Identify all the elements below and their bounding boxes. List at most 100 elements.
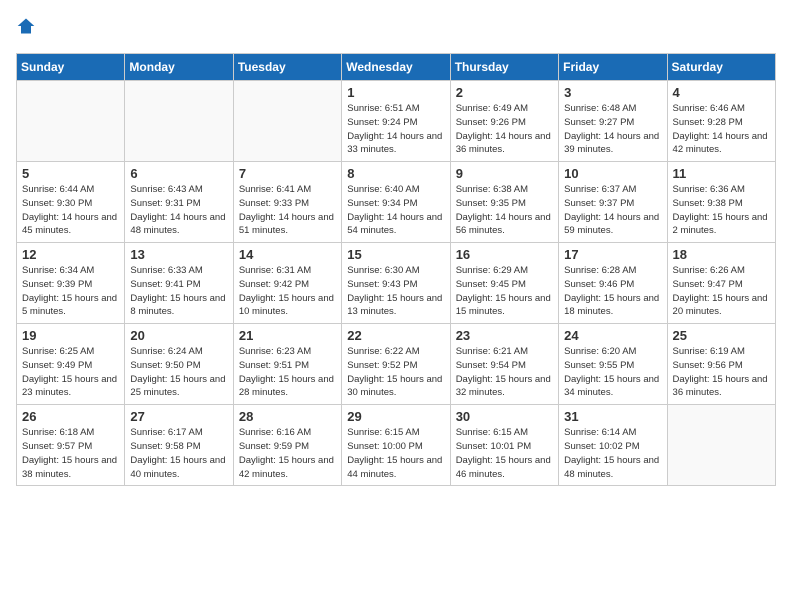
- calendar-cell: 16 Sunrise: 6:29 AMSunset: 9:45 PMDayligh…: [450, 243, 558, 324]
- calendar-cell: 25 Sunrise: 6:19 AMSunset: 9:56 PMDayligh…: [667, 324, 775, 405]
- calendar-cell: [17, 81, 125, 162]
- calendar-cell: 27 Sunrise: 6:17 AMSunset: 9:58 PMDayligh…: [125, 405, 233, 486]
- day-info: Sunrise: 6:21 AMSunset: 9:54 PMDaylight:…: [456, 345, 553, 400]
- logo: [16, 16, 38, 41]
- day-number: 22: [347, 328, 444, 343]
- day-info: Sunrise: 6:15 AMSunset: 10:01 PMDaylight…: [456, 426, 553, 481]
- day-info: Sunrise: 6:25 AMSunset: 9:49 PMDaylight:…: [22, 345, 119, 400]
- day-info: Sunrise: 6:51 AMSunset: 9:24 PMDaylight:…: [347, 102, 444, 157]
- calendar-cell: 21 Sunrise: 6:23 AMSunset: 9:51 PMDayligh…: [233, 324, 341, 405]
- calendar-cell: 26Sunrise: 6:18 AMSunset: 9:57 PMDayligh…: [17, 405, 125, 486]
- day-info: Sunrise: 6:48 AMSunset: 9:27 PMDaylight:…: [564, 102, 661, 157]
- calendar-cell: 30 Sunrise: 6:15 AMSunset: 10:01 PMDaylig…: [450, 405, 558, 486]
- calendar-cell: 24 Sunrise: 6:20 AMSunset: 9:55 PMDayligh…: [559, 324, 667, 405]
- weekday-header: Monday: [125, 54, 233, 81]
- day-info: Sunrise: 6:41 AMSunset: 9:33 PMDaylight:…: [239, 183, 336, 238]
- day-info: Sunrise: 6:40 AMSunset: 9:34 PMDaylight:…: [347, 183, 444, 238]
- day-number: 20: [130, 328, 227, 343]
- calendar-cell: 14 Sunrise: 6:31 AMSunset: 9:42 PMDayligh…: [233, 243, 341, 324]
- weekday-header: Thursday: [450, 54, 558, 81]
- day-number: 6: [130, 166, 227, 181]
- day-info: Sunrise: 6:17 AMSunset: 9:58 PMDaylight:…: [130, 426, 227, 481]
- day-number: 5: [22, 166, 119, 181]
- weekday-header: Sunday: [17, 54, 125, 81]
- calendar-body: 1 Sunrise: 6:51 AMSunset: 9:24 PMDaylight…: [17, 81, 776, 486]
- day-number: 2: [456, 85, 553, 100]
- calendar-table: SundayMondayTuesdayWednesdayThursdayFrid…: [16, 53, 776, 486]
- day-info: Sunrise: 6:19 AMSunset: 9:56 PMDaylight:…: [673, 345, 770, 400]
- calendar-week-row: 19 Sunrise: 6:25 AMSunset: 9:49 PMDayligh…: [17, 324, 776, 405]
- day-info: Sunrise: 6:24 AMSunset: 9:50 PMDaylight:…: [130, 345, 227, 400]
- weekday-header: Friday: [559, 54, 667, 81]
- day-info: Sunrise: 6:15 AMSunset: 10:00 PMDaylight…: [347, 426, 444, 481]
- day-info: Sunrise: 6:14 AMSunset: 10:02 PMDaylight…: [564, 426, 661, 481]
- day-number: 18: [673, 247, 770, 262]
- calendar-cell: 28 Sunrise: 6:16 AMSunset: 9:59 PMDayligh…: [233, 405, 341, 486]
- calendar-cell: 8 Sunrise: 6:40 AMSunset: 9:34 PMDaylight…: [342, 162, 450, 243]
- calendar-cell: 9 Sunrise: 6:38 AMSunset: 9:35 PMDaylight…: [450, 162, 558, 243]
- calendar-cell: [125, 81, 233, 162]
- day-info: Sunrise: 6:37 AMSunset: 9:37 PMDaylight:…: [564, 183, 661, 238]
- day-number: 24: [564, 328, 661, 343]
- day-info: Sunrise: 6:18 AMSunset: 9:57 PMDaylight:…: [22, 426, 119, 481]
- day-number: 16: [456, 247, 553, 262]
- day-number: 3: [564, 85, 661, 100]
- day-info: Sunrise: 6:49 AMSunset: 9:26 PMDaylight:…: [456, 102, 553, 157]
- calendar-cell: 3 Sunrise: 6:48 AMSunset: 9:27 PMDaylight…: [559, 81, 667, 162]
- day-number: 28: [239, 409, 336, 424]
- day-info: Sunrise: 6:16 AMSunset: 9:59 PMDaylight:…: [239, 426, 336, 481]
- day-info: Sunrise: 6:38 AMSunset: 9:35 PMDaylight:…: [456, 183, 553, 238]
- day-info: Sunrise: 6:34 AMSunset: 9:39 PMDaylight:…: [22, 264, 119, 319]
- calendar-week-row: 12Sunrise: 6:34 AMSunset: 9:39 PMDayligh…: [17, 243, 776, 324]
- logo-icon: [16, 16, 36, 36]
- day-number: 7: [239, 166, 336, 181]
- day-info: Sunrise: 6:33 AMSunset: 9:41 PMDaylight:…: [130, 264, 227, 319]
- weekday-header: Wednesday: [342, 54, 450, 81]
- day-info: Sunrise: 6:46 AMSunset: 9:28 PMDaylight:…: [673, 102, 770, 157]
- day-info: Sunrise: 6:20 AMSunset: 9:55 PMDaylight:…: [564, 345, 661, 400]
- day-info: Sunrise: 6:31 AMSunset: 9:42 PMDaylight:…: [239, 264, 336, 319]
- day-number: 8: [347, 166, 444, 181]
- day-number: 15: [347, 247, 444, 262]
- day-number: 21: [239, 328, 336, 343]
- calendar-week-row: 1 Sunrise: 6:51 AMSunset: 9:24 PMDaylight…: [17, 81, 776, 162]
- weekday-header: Tuesday: [233, 54, 341, 81]
- calendar-cell: 4Sunrise: 6:46 AMSunset: 9:28 PMDaylight…: [667, 81, 775, 162]
- day-info: Sunrise: 6:30 AMSunset: 9:43 PMDaylight:…: [347, 264, 444, 319]
- day-number: 29: [347, 409, 444, 424]
- calendar-cell: 23 Sunrise: 6:21 AMSunset: 9:54 PMDayligh…: [450, 324, 558, 405]
- calendar-cell: 19 Sunrise: 6:25 AMSunset: 9:49 PMDayligh…: [17, 324, 125, 405]
- day-number: 31: [564, 409, 661, 424]
- calendar-cell: 18Sunrise: 6:26 AMSunset: 9:47 PMDayligh…: [667, 243, 775, 324]
- calendar-cell: 29 Sunrise: 6:15 AMSunset: 10:00 PMDaylig…: [342, 405, 450, 486]
- day-info: Sunrise: 6:44 AMSunset: 9:30 PMDaylight:…: [22, 183, 119, 238]
- day-number: 13: [130, 247, 227, 262]
- calendar-cell: 1 Sunrise: 6:51 AMSunset: 9:24 PMDaylight…: [342, 81, 450, 162]
- day-number: 9: [456, 166, 553, 181]
- day-number: 1: [347, 85, 444, 100]
- calendar-cell: [667, 405, 775, 486]
- calendar-cell: 20 Sunrise: 6:24 AMSunset: 9:50 PMDayligh…: [125, 324, 233, 405]
- day-number: 14: [239, 247, 336, 262]
- day-number: 27: [130, 409, 227, 424]
- day-number: 17: [564, 247, 661, 262]
- day-info: Sunrise: 6:23 AMSunset: 9:51 PMDaylight:…: [239, 345, 336, 400]
- calendar-cell: 13 Sunrise: 6:33 AMSunset: 9:41 PMDayligh…: [125, 243, 233, 324]
- calendar-week-row: 26Sunrise: 6:18 AMSunset: 9:57 PMDayligh…: [17, 405, 776, 486]
- calendar-cell: 6Sunrise: 6:43 AMSunset: 9:31 PMDaylight…: [125, 162, 233, 243]
- calendar-cell: 5 Sunrise: 6:44 AMSunset: 9:30 PMDaylight…: [17, 162, 125, 243]
- calendar-cell: 2 Sunrise: 6:49 AMSunset: 9:26 PMDaylight…: [450, 81, 558, 162]
- day-number: 19: [22, 328, 119, 343]
- day-number: 30: [456, 409, 553, 424]
- page-header: [16, 16, 776, 41]
- calendar-week-row: 5 Sunrise: 6:44 AMSunset: 9:30 PMDaylight…: [17, 162, 776, 243]
- calendar-cell: 17Sunrise: 6:28 AMSunset: 9:46 PMDayligh…: [559, 243, 667, 324]
- calendar-cell: 15 Sunrise: 6:30 AMSunset: 9:43 PMDayligh…: [342, 243, 450, 324]
- calendar-cell: 22Sunrise: 6:22 AMSunset: 9:52 PMDayligh…: [342, 324, 450, 405]
- day-info: Sunrise: 6:36 AMSunset: 9:38 PMDaylight:…: [673, 183, 770, 238]
- day-info: Sunrise: 6:29 AMSunset: 9:45 PMDaylight:…: [456, 264, 553, 319]
- weekday-header: Saturday: [667, 54, 775, 81]
- day-number: 25: [673, 328, 770, 343]
- day-number: 23: [456, 328, 553, 343]
- calendar-cell: 7 Sunrise: 6:41 AMSunset: 9:33 PMDaylight…: [233, 162, 341, 243]
